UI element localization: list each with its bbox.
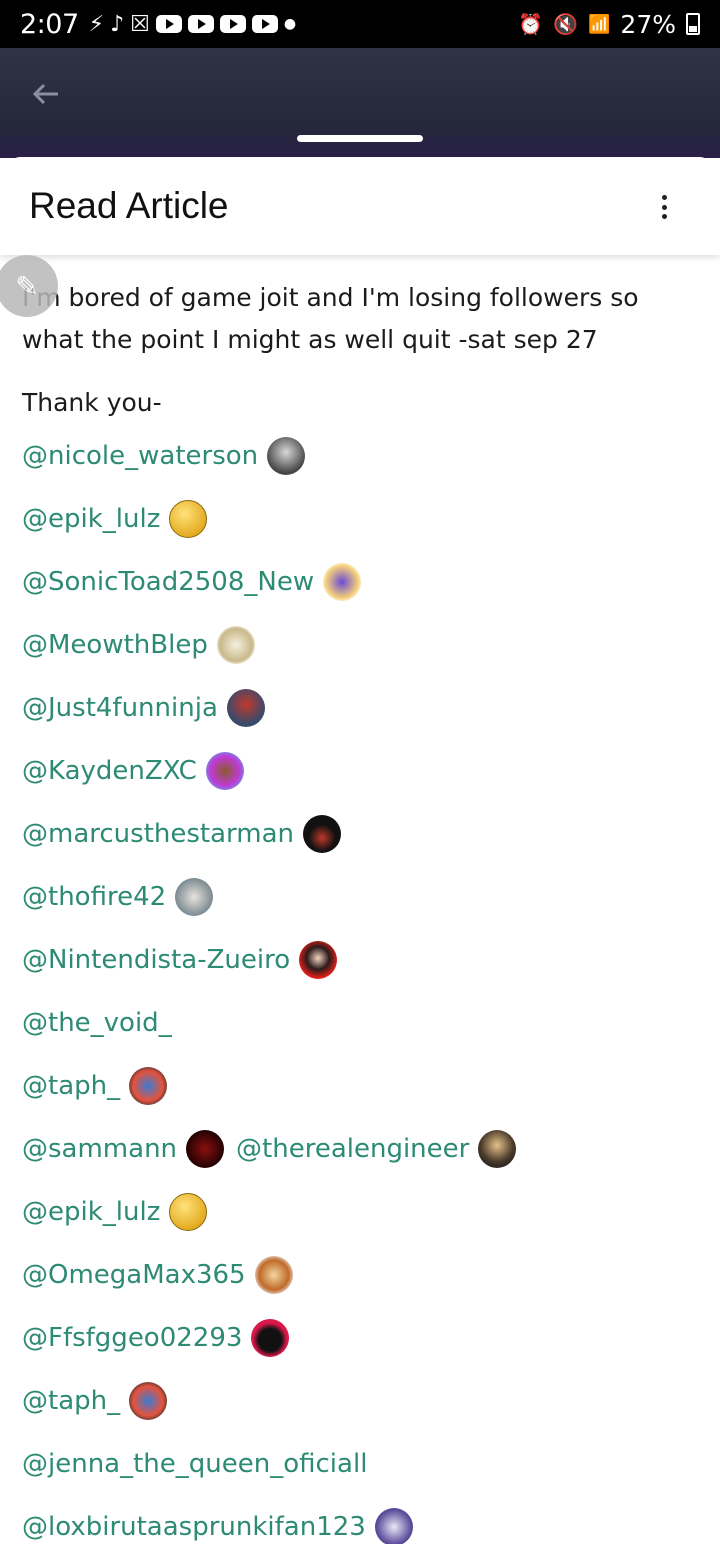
avatar <box>251 1318 290 1357</box>
notification-icons: ⚡ ♪ ☒ ● <box>89 12 296 37</box>
avatar <box>374 1507 413 1544</box>
user-mention[interactable]: @marcusthestarman <box>22 819 294 849</box>
status-bar: 2:07 ⚡ ♪ ☒ ● ⏰ 🔇 📶 27% <box>0 0 720 48</box>
list-item: @Just4funninja <box>22 676 698 739</box>
list-item: @SonicToad2508_New <box>22 550 698 613</box>
user-mention[interactable]: @taph_ <box>22 1386 120 1416</box>
avatar <box>303 814 342 853</box>
user-mention[interactable]: @sammann <box>22 1134 177 1164</box>
dot-icon: ● <box>283 16 297 32</box>
page-title: Read Article <box>29 185 229 226</box>
mute-icon: 🔇 <box>553 12 578 36</box>
lightning-icon: ⚡ <box>88 11 105 37</box>
youtube-icon <box>155 15 182 33</box>
avatar <box>129 1381 168 1420</box>
app-icon: ☒ <box>130 11 150 37</box>
avatar <box>254 1255 293 1294</box>
battery-percent: 27% <box>620 9 676 39</box>
user-mention[interactable]: @KaydenZXC <box>22 756 197 786</box>
user-mention[interactable]: @Ffsfggeo02293 <box>22 1323 242 1353</box>
user-mention[interactable]: @taph_ <box>22 1071 120 1101</box>
sheet-drag-handle[interactable] <box>297 135 423 142</box>
article-sheet: Read Article ✎ I'm bored of game joit an… <box>0 157 720 1544</box>
avatar <box>478 1129 517 1168</box>
user-mention[interactable]: @epik_lulz <box>22 1197 160 1227</box>
user-mention[interactable]: @thofire42 <box>22 882 166 912</box>
avatar <box>299 940 338 979</box>
article-body: I'm bored of game joit and I'm losing fo… <box>0 255 720 1544</box>
list-item: @Nintendista-Zueiro <box>22 928 698 991</box>
list-item: @KaydenZXC <box>22 739 698 802</box>
list-item: @MeowthBlep <box>22 613 698 676</box>
user-mention[interactable]: @jenna_the_queen_oficiall <box>22 1449 367 1479</box>
user-mention[interactable]: @epik_lulz <box>22 504 160 534</box>
list-item: @nicole_waterson <box>22 424 698 487</box>
app-header <box>0 48 720 158</box>
back-arrow-icon[interactable] <box>30 78 70 114</box>
article-thanks: Thank you- <box>22 388 162 417</box>
avatar <box>169 499 208 538</box>
youtube-icon <box>219 15 246 33</box>
avatar <box>129 1066 168 1105</box>
youtube-icon <box>187 15 214 33</box>
list-item: @loxbirutaasprunkifan123 <box>22 1495 698 1544</box>
avatar <box>226 688 265 727</box>
article-paragraph: I'm bored of game joit and I'm losing fo… <box>22 283 639 354</box>
user-mention[interactable]: @nicole_waterson <box>22 441 258 471</box>
user-mention[interactable]: @the_void_ <box>22 1008 172 1038</box>
list-item: @taph_ <box>22 1054 698 1117</box>
list-item: @OmegaMax365 <box>22 1243 698 1306</box>
user-mention[interactable]: @SonicToad2508_New <box>22 567 314 597</box>
user-mention[interactable]: @OmegaMax365 <box>22 1260 246 1290</box>
wifi-icon: 📶 <box>588 13 611 35</box>
list-item: @epik_lulz <box>22 487 698 550</box>
list-item: @taph_ <box>22 1369 698 1432</box>
tiktok-icon: ♪ <box>110 11 125 37</box>
avatar <box>267 436 306 475</box>
list-item: @the_void_ <box>22 991 698 1054</box>
avatar <box>323 562 362 601</box>
system-icons: ⏰ 🔇 📶 27% <box>518 10 700 39</box>
sheet-header: Read Article <box>0 157 720 255</box>
list-item: @marcusthestarman <box>22 802 698 865</box>
alarm-icon: ⏰ <box>518 12 544 36</box>
avatar <box>216 625 255 664</box>
user-mention[interactable]: @loxbirutaasprunkifan123 <box>22 1512 366 1542</box>
avatar <box>205 751 244 790</box>
list-item: @Ffsfggeo02293 <box>22 1306 698 1369</box>
list-item: @jenna_the_queen_oficiall <box>22 1432 698 1495</box>
user-mention[interactable]: @therealengineer <box>236 1134 469 1164</box>
user-mention[interactable]: @Just4funninja <box>22 693 218 723</box>
battery-icon <box>686 13 700 35</box>
user-mention[interactable]: @MeowthBlep <box>22 630 208 660</box>
avatar <box>169 1192 208 1231</box>
more-options-icon[interactable] <box>656 195 672 219</box>
list-item: @epik_lulz <box>22 1180 698 1243</box>
list-item: @thofire42 <box>22 865 698 928</box>
status-time: 2:07 <box>20 8 79 40</box>
user-mention[interactable]: @Nintendista-Zueiro <box>22 945 290 975</box>
list-item: @sammann @therealengineer <box>22 1117 698 1180</box>
avatar <box>175 877 214 916</box>
youtube-icon <box>251 15 278 33</box>
avatar <box>186 1129 225 1168</box>
